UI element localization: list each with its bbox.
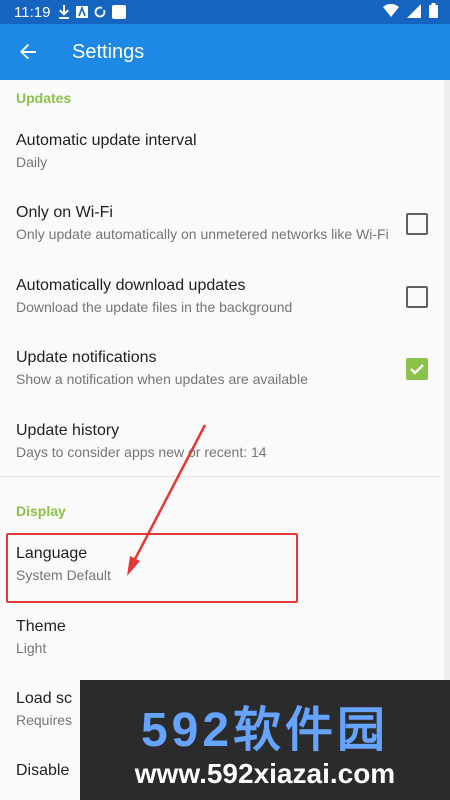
watermark-overlay: 592软件园 www.592xiazai.com bbox=[80, 680, 450, 800]
watermark-url: www.592xiazai.com bbox=[134, 758, 396, 789]
watermark-logo: 592软件园 bbox=[140, 704, 390, 757]
